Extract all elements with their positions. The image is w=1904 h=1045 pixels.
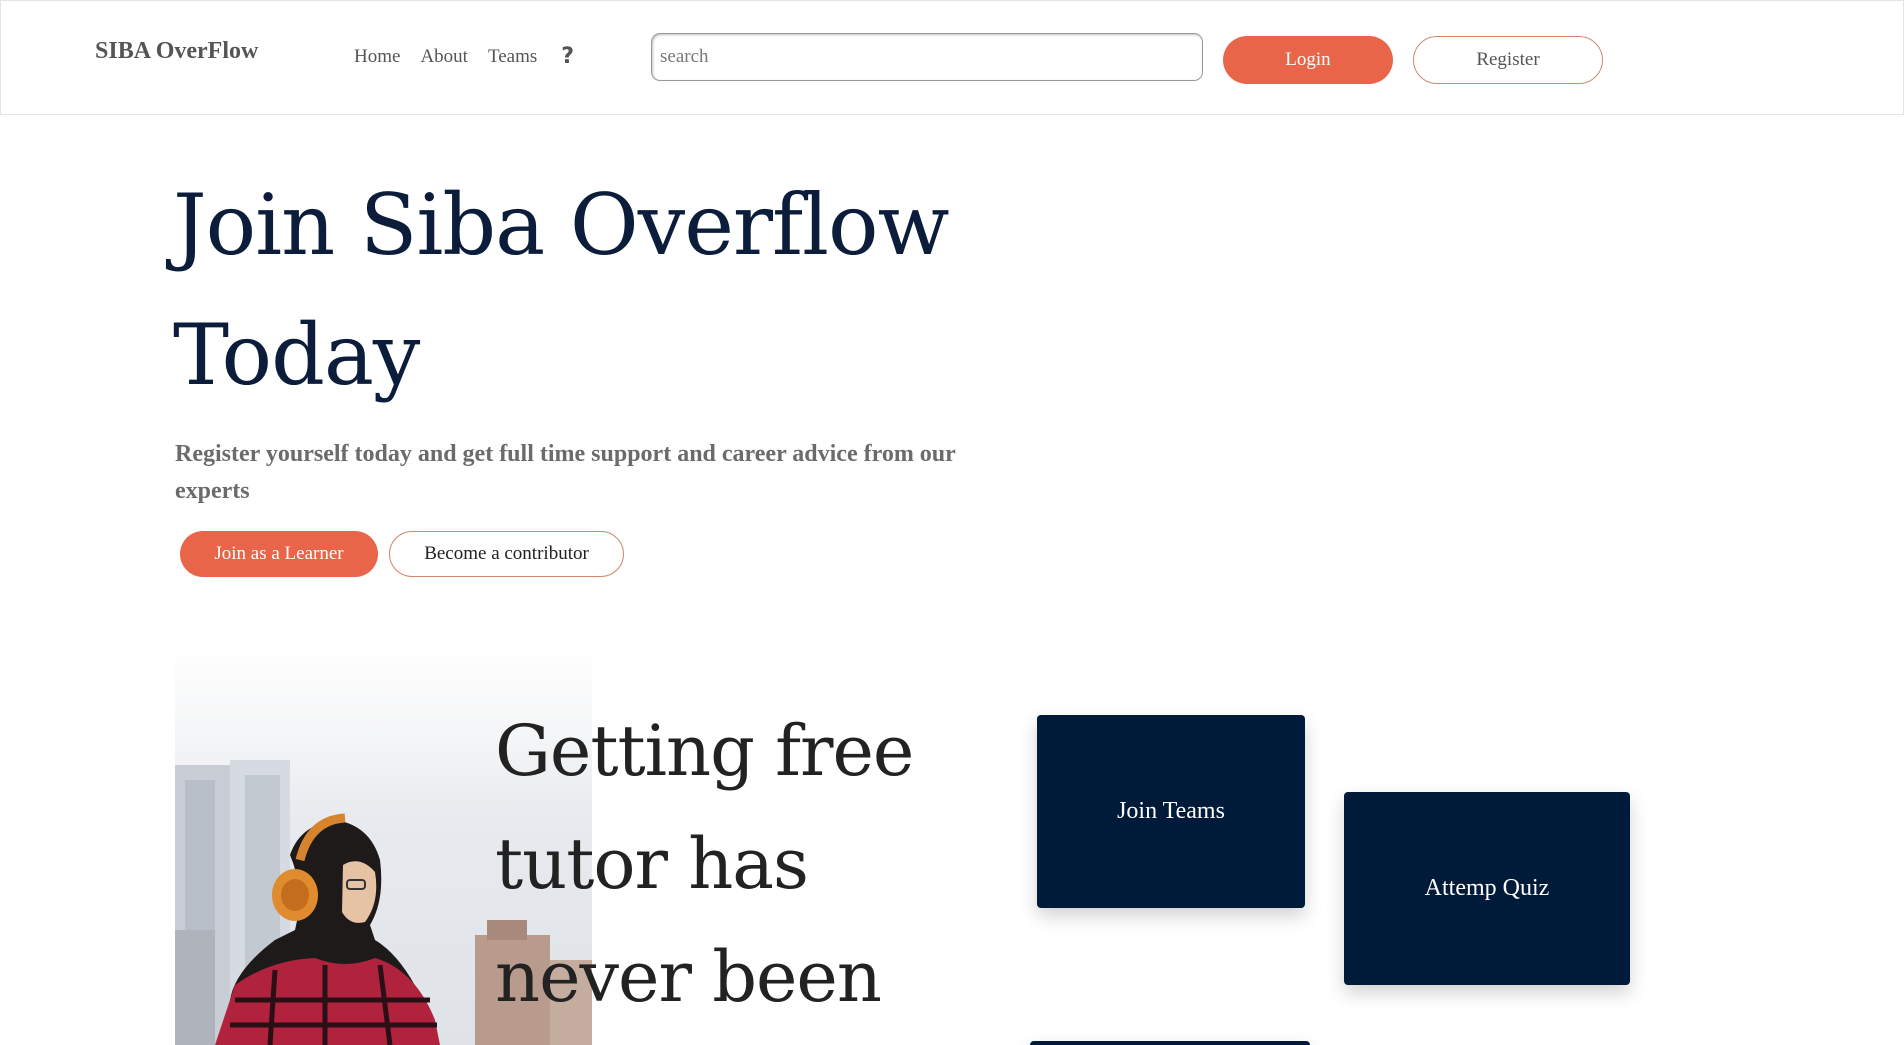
nav-teams-link[interactable]: Teams	[488, 46, 537, 68]
feature-title: Getting free tutor has never been	[495, 710, 914, 1018]
register-button[interactable]: Register	[1413, 36, 1603, 84]
become-contributor-button[interactable]: Become a contributor	[389, 531, 624, 577]
join-as-learner-button[interactable]: Join as a Learner	[180, 531, 378, 577]
hero-subtitle: Register yourself today and get full tim…	[175, 441, 956, 504]
nav-links: Home About Teams ?	[354, 46, 574, 68]
nav-home-link[interactable]: Home	[354, 46, 400, 68]
search-input[interactable]	[651, 33, 1203, 81]
hero-title: Join Siba Overflow Today	[173, 176, 950, 404]
join-teams-card[interactable]: Join Teams	[1037, 715, 1305, 908]
feature-card[interactable]	[1030, 1041, 1310, 1045]
question-mark-icon[interactable]: ?	[561, 46, 574, 68]
brand-logo[interactable]: SIBA OverFlow	[95, 38, 258, 65]
login-button[interactable]: Login	[1223, 36, 1393, 84]
navbar: SIBA OverFlow Home About Teams ? Login R…	[0, 0, 1904, 115]
nav-about-link[interactable]: About	[420, 46, 468, 68]
attempt-quiz-card[interactable]: Attemp Quiz	[1344, 792, 1630, 985]
